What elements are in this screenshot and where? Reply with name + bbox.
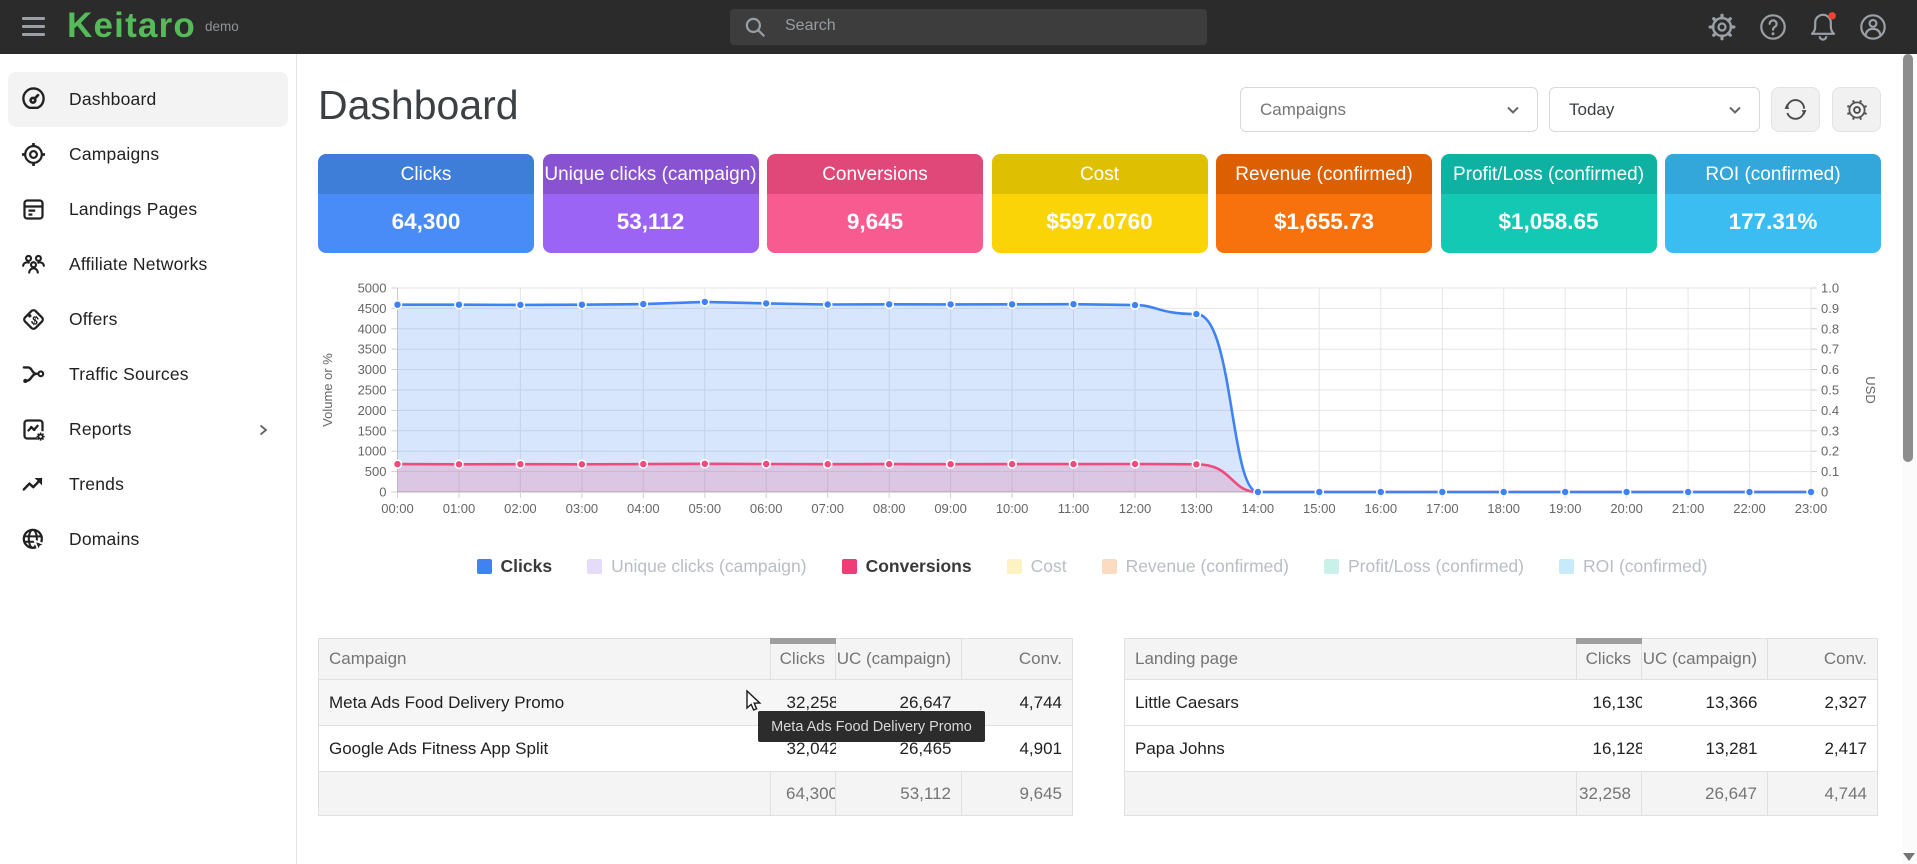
svg-text:3000: 3000 [358,362,387,377]
svg-text:20:00: 20:00 [1610,501,1643,516]
svg-text:5000: 5000 [358,281,387,296]
svg-text:06:00: 06:00 [750,501,783,516]
svg-text:USD: USD [1863,376,1878,403]
svg-text:16:00: 16:00 [1365,501,1398,516]
svg-text:0.1: 0.1 [1821,464,1839,479]
svg-text:1500: 1500 [358,423,387,438]
svg-text:08:00: 08:00 [873,501,906,516]
svg-text:11:00: 11:00 [1058,501,1090,516]
svg-text:0.2: 0.2 [1821,444,1839,459]
svg-text:12:00: 12:00 [1119,501,1152,516]
svg-text:00:00: 00:00 [381,501,414,516]
svg-text:0: 0 [1821,485,1828,500]
svg-text:2000: 2000 [358,403,387,418]
svg-text:2500: 2500 [358,383,387,398]
svg-text:0.6: 0.6 [1821,362,1839,377]
svg-text:500: 500 [365,464,387,479]
svg-text:07:00: 07:00 [811,501,844,516]
svg-text:0.7: 0.7 [1821,342,1839,357]
svg-text:01:00: 01:00 [443,501,476,516]
svg-text:0.5: 0.5 [1821,383,1839,398]
svg-text:03:00: 03:00 [566,501,599,516]
svg-text:1.0: 1.0 [1821,281,1839,296]
svg-text:18:00: 18:00 [1487,501,1520,516]
svg-text:13:00: 13:00 [1180,501,1213,516]
svg-text:0.4: 0.4 [1821,403,1839,418]
svg-text:0.9: 0.9 [1821,301,1839,316]
svg-text:17:00: 17:00 [1426,501,1459,516]
svg-text:15:00: 15:00 [1303,501,1336,516]
svg-text:05:00: 05:00 [689,501,722,516]
svg-text:14:00: 14:00 [1242,501,1275,516]
svg-text:0.3: 0.3 [1821,423,1839,438]
svg-text:3500: 3500 [358,342,387,357]
svg-text:21:00: 21:00 [1672,501,1705,516]
svg-text:4000: 4000 [358,321,387,336]
svg-text:1000: 1000 [358,444,387,459]
svg-text:Volume or %: Volume or % [320,353,335,427]
svg-text:23:00: 23:00 [1795,501,1828,516]
svg-text:22:00: 22:00 [1733,501,1766,516]
svg-text:0.8: 0.8 [1821,321,1839,336]
svg-text:19:00: 19:00 [1549,501,1582,516]
svg-text:4500: 4500 [358,301,387,316]
svg-text:10:00: 10:00 [996,501,1029,516]
svg-text:02:00: 02:00 [504,501,537,516]
svg-text:09:00: 09:00 [934,501,967,516]
svg-text:0: 0 [379,485,386,500]
svg-text:04:00: 04:00 [627,501,660,516]
